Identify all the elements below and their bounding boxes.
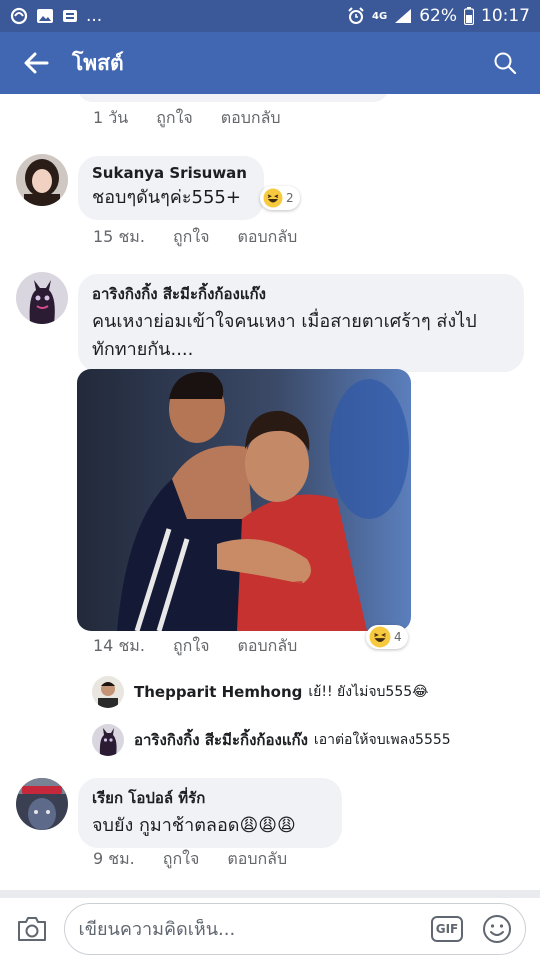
reply-item[interactable]: อาริงกิงกิ้ง สีะมีะกิ้งก้องแก๊ง เอาต่อให… xyxy=(92,724,451,756)
avatar[interactable] xyxy=(16,272,68,324)
reply-text: เย้!! ยังไม่จบ555😂 xyxy=(308,684,429,700)
camera-icon xyxy=(17,917,46,941)
comment-bubble: เรียก โอปอล์ ที่รัก จบยัง กูมาช้าตลอด😩😩😩 xyxy=(78,778,342,848)
storage-icon xyxy=(62,8,78,24)
search-button[interactable] xyxy=(470,32,540,94)
comment-time: 9 ชม. xyxy=(93,849,135,868)
reply-item[interactable]: Thepparit Hemhong เย้!! ยังไม่จบ555😂 xyxy=(92,676,429,708)
comment-meta: 9 ชม. ถูกใจ ตอบกลับ xyxy=(93,847,287,872)
comment-bubble: อาริงกิงกิ้ง สีะมีะกิ้งก้องแก๊ง คนเหงาย่… xyxy=(78,274,524,372)
comment-meta: 1 วัน ถูกใจ ตอบกลับ xyxy=(93,106,281,131)
like-button[interactable]: ถูกใจ xyxy=(156,106,193,131)
comment-time: 1 วัน xyxy=(93,108,129,127)
comment-time: 14 ชม. xyxy=(93,636,145,655)
reaction-count: 4 xyxy=(394,630,402,644)
avatar[interactable] xyxy=(16,154,68,206)
gallery-icon xyxy=(36,8,54,24)
comment-photo[interactable] xyxy=(77,369,411,631)
comment-meta: 14 ชม. ถูกใจ ตอบกลับ xyxy=(93,634,297,659)
gif-button[interactable]: GIF xyxy=(431,916,463,942)
reaction-count: 2 xyxy=(286,191,294,205)
arrow-left-icon xyxy=(24,52,49,74)
reaction-badge[interactable]: 4 xyxy=(366,625,408,649)
alarm-icon xyxy=(347,7,365,25)
clock: 10:17 xyxy=(481,6,530,26)
avatar[interactable] xyxy=(92,676,124,708)
app-bar: โพสต์ xyxy=(0,32,540,94)
comment-author[interactable]: Sukanya Srisuwan xyxy=(92,164,250,182)
reply-button[interactable]: ตอบกลับ xyxy=(221,106,281,131)
reply-author[interactable]: อาริงกิงกิ้ง สีะมีะกิ้งก้องแก๊ง xyxy=(134,728,308,752)
sync-icon xyxy=(10,7,28,25)
comment-text: คนเหงาย่อมเข้าใจคนเหงา เมื่อสายตาเศร้าๆ … xyxy=(92,311,477,360)
avatar[interactable] xyxy=(92,724,124,756)
camera-button[interactable] xyxy=(14,911,50,947)
reaction-badge[interactable]: 2 xyxy=(260,186,300,210)
comment-composer: GIF xyxy=(0,890,540,960)
comment-input[interactable] xyxy=(78,918,425,940)
like-button[interactable]: ถูกใจ xyxy=(163,847,200,872)
comment-text: ชอบๆดันๆค่ะ555+ xyxy=(92,187,241,208)
reply-text: เอาต่อให้จบเพลง5555 xyxy=(313,732,451,748)
emoji-button[interactable] xyxy=(481,913,513,945)
battery-icon xyxy=(464,7,474,25)
comment-time: 15 ชม. xyxy=(93,227,145,246)
comment-field[interactable]: GIF xyxy=(63,903,526,955)
comment-author[interactable]: เรียก โอปอล์ ที่รัก xyxy=(92,786,328,810)
battery-level: 62% xyxy=(419,6,457,26)
signal-icon xyxy=(394,8,412,24)
more-notifications: ... xyxy=(86,6,103,26)
comment-bubble xyxy=(78,94,388,102)
reply-button[interactable]: ตอบกลับ xyxy=(238,634,298,659)
smiley-icon xyxy=(483,915,511,943)
network-type: 4G xyxy=(372,10,388,22)
haha-emoji-icon xyxy=(369,626,391,648)
reply-button[interactable]: ตอบกลับ xyxy=(238,225,298,250)
comment-bubble: Sukanya Srisuwan ชอบๆดันๆค่ะ555+ xyxy=(78,156,264,220)
reply-author[interactable]: Thepparit Hemhong xyxy=(134,683,302,701)
status-bar: ... 4G 62% 10:17 xyxy=(0,0,540,32)
haha-emoji-icon xyxy=(263,188,283,208)
back-button[interactable] xyxy=(0,32,72,94)
page-title: โพสต์ xyxy=(72,50,124,75)
avatar[interactable] xyxy=(16,778,68,830)
search-icon xyxy=(494,52,517,75)
like-button[interactable]: ถูกใจ xyxy=(173,634,210,659)
comment-meta: 15 ชม. ถูกใจ ตอบกลับ xyxy=(93,225,297,250)
comment-author[interactable]: อาริงกิงกิ้ง สีะมีะกิ้งก้องแก๊ง xyxy=(92,282,510,306)
comment-text: จบยัง กูมาช้าตลอด😩😩😩 xyxy=(92,815,296,836)
like-button[interactable]: ถูกใจ xyxy=(173,225,210,250)
reply-button[interactable]: ตอบกลับ xyxy=(227,847,287,872)
comment-list[interactable]: 1 วัน ถูกใจ ตอบกลับ Sukanya Srisuwan ชอบ… xyxy=(0,94,540,890)
